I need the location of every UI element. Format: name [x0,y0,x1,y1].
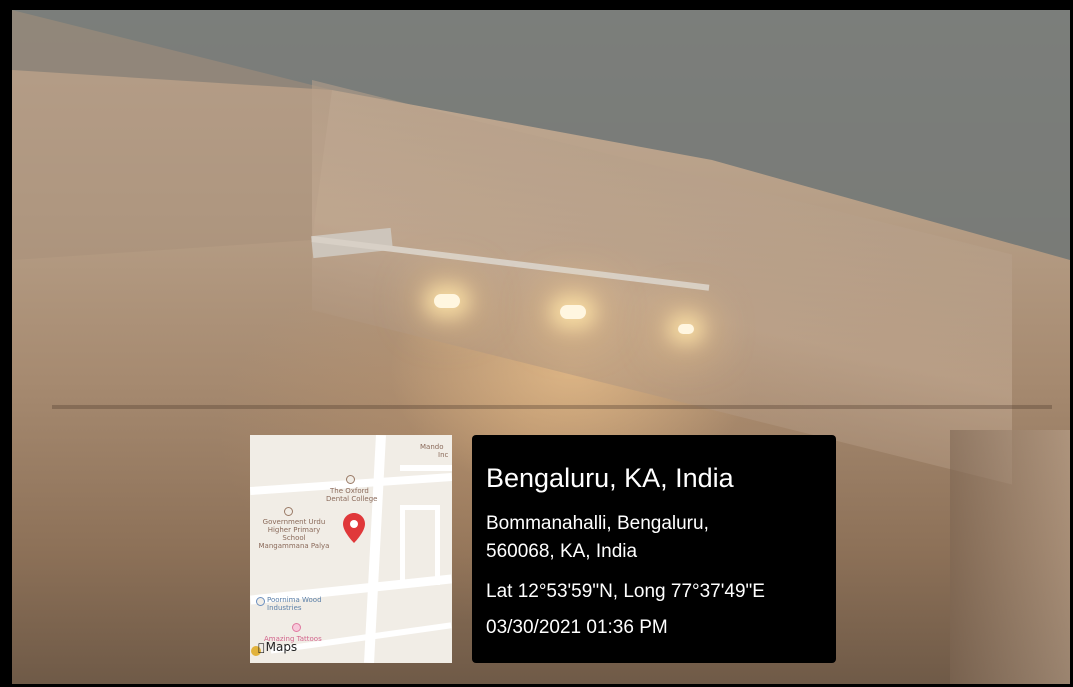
map-label-urdu-4: Mangammana Palya [258,542,330,550]
address-line-2: 560068, KA, India [486,541,638,562]
map-road [400,505,440,585]
location-pin-icon [343,513,365,543]
photo-background: Mando Inc The Oxford Dental College Gove… [12,10,1070,684]
image-frame: Mando Inc The Oxford Dental College Gove… [0,0,1073,687]
map-label-mando-2: Inc [438,451,449,459]
coordinates: Lat 12°53'59"N, Long 77°37'49"E [486,581,765,602]
location-title: Bengaluru, KA, India [486,463,734,493]
maps-logo: Maps [258,640,297,654]
track-light-1 [434,294,460,308]
map-road [364,435,386,663]
wall-ledge [52,405,1052,409]
map-label-urdu-3: School [282,534,306,542]
track-light-3 [678,324,694,334]
map-label-oxford: The Oxford [330,487,369,495]
maps-logo-text: Maps [259,640,298,654]
tattoo-shop-icon [292,623,301,632]
timestamp: 03/30/2021 01:36 PM [486,617,668,638]
track-light-2 [560,305,586,319]
map-road [400,465,452,471]
map-label-urdu-1: Government Urdu [262,518,326,526]
address-line-1: Bommanahalli, Bengaluru, [486,513,709,534]
location-info-card: Bengaluru, KA, India Bommanahalli, Benga… [472,435,836,663]
college-icon [346,475,355,484]
right-wall [950,430,1070,684]
map-label-poornima-2: Industries [267,604,302,612]
map-thumbnail: Mando Inc The Oxford Dental College Gove… [250,435,452,663]
map-label-urdu-2: Higher Primary [267,526,321,534]
map-label-oxford-2: Dental College [326,495,378,503]
school-icon [284,507,293,516]
map-label-poornima-1: Poornima Wood [267,596,322,604]
map-label-mando: Mando [420,443,444,451]
apple-logo-icon:  [258,641,265,654]
industry-icon [256,597,265,606]
